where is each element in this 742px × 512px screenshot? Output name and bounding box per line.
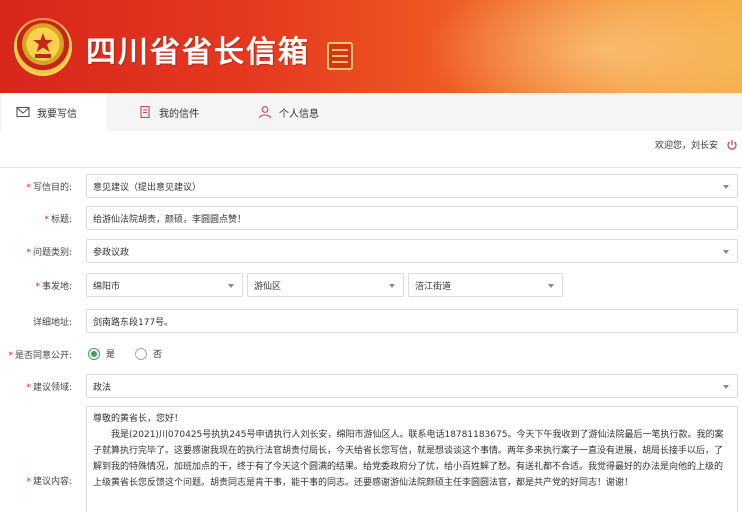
form-row-category: * 问题类别: 参政议政 (0, 239, 742, 263)
page-title: 四川省省长信箱 (86, 35, 310, 70)
field-label: 详细地址: (32, 318, 72, 328)
document-icon (140, 106, 150, 118)
address-input[interactable]: 剑南路东段177号。 (86, 309, 738, 333)
radio-unchecked-icon (135, 347, 148, 360)
welcome-text: 欢迎您，刘长安 (654, 141, 718, 151)
purpose-select[interactable]: 意见建议（提出意见建议） (86, 174, 738, 198)
content-body: 我是(2021)川070425号执执245号申请执行人刘长安，绵阳市游仙区人。联… (93, 430, 724, 488)
tab-my-letters[interactable]: 我的信件 (124, 93, 234, 131)
form-row-address: 详细地址: 剑南路东段177号。 (0, 309, 742, 333)
logout-icon[interactable] (726, 139, 738, 151)
address-value: 剑南路东段177号。 (93, 317, 174, 328)
radio-label: 是 (106, 350, 116, 360)
user-greeting: 欢迎您，刘长安 (655, 138, 738, 151)
national-emblem-icon (14, 18, 72, 76)
header-banner: 四川省省长信箱 (0, 0, 742, 93)
field-label: * 标题: (44, 215, 72, 225)
field-label: * 问题类别: (26, 248, 72, 258)
field-label: * 事发地: (35, 282, 72, 292)
mail-icon (16, 106, 30, 118)
public-radio-group: 是 否 (88, 347, 162, 360)
radio-checked-icon (88, 347, 100, 360)
form-row-subject: * 标题: 给游仙法院胡贵，颜硕，李圆圆点赞！ (0, 206, 742, 230)
category-select[interactable]: 参政议政 (86, 239, 738, 263)
form-row-location: * 事发地: 绵阳市 游仙区 涪江街道 (0, 273, 742, 297)
mailbox-seal-icon (327, 42, 353, 70)
field-label: * 建议内容: (26, 477, 72, 487)
form-row-domain: * 建议领域: 政法 (0, 374, 742, 398)
domain-select[interactable]: 政法 (86, 374, 738, 398)
content-textarea[interactable]: 尊敬的黄省长，您好！ 我是(2021)川070425号执执245号申请执行人刘长… (86, 406, 738, 512)
district-value: 游仙区 (254, 281, 282, 292)
person-icon (258, 106, 272, 118)
divider (0, 167, 742, 168)
tab-write-letter[interactable]: 我要写信 (2, 93, 106, 131)
tab-personal-info[interactable]: 个人信息 (244, 93, 354, 131)
tab-label: 个人信息 (279, 108, 319, 120)
city-value: 绵阳市 (93, 281, 121, 292)
form-row-public: * 是否同意公开: 是 否 (0, 344, 742, 364)
field-label: * 建议领域: (26, 383, 72, 393)
public-yes-radio[interactable]: 是 (88, 347, 115, 360)
subject-input[interactable]: 给游仙法院胡贵，颜硕，李圆圆点赞！ (86, 206, 738, 230)
category-value: 参政议政 (93, 247, 130, 258)
field-label: * 写信目的: (26, 183, 72, 193)
street-select[interactable]: 涪江街道 (408, 273, 563, 297)
public-no-radio[interactable]: 否 (135, 347, 162, 360)
street-value: 涪江街道 (415, 281, 452, 292)
domain-value: 政法 (93, 382, 112, 393)
content-greeting: 尊敬的黄省长，您好！ (93, 414, 184, 424)
district-select[interactable]: 游仙区 (247, 273, 404, 297)
subject-value: 给游仙法院胡贵，颜硕，李圆圆点赞！ (93, 214, 247, 225)
tab-label: 我要写信 (37, 108, 77, 120)
field-label: * 是否同意公开: (8, 351, 72, 361)
emblem-star-icon (33, 33, 53, 58)
tab-bar: 我要写信 我的信件 个人信息 (0, 93, 742, 131)
radio-label: 否 (153, 350, 163, 360)
city-select[interactable]: 绵阳市 (86, 273, 243, 297)
form-row-purpose: * 写信目的: 意见建议（提出意见建议） (0, 174, 742, 198)
tab-label: 我的信件 (159, 108, 199, 120)
purpose-value: 意见建议（提出意见建议） (93, 182, 202, 193)
